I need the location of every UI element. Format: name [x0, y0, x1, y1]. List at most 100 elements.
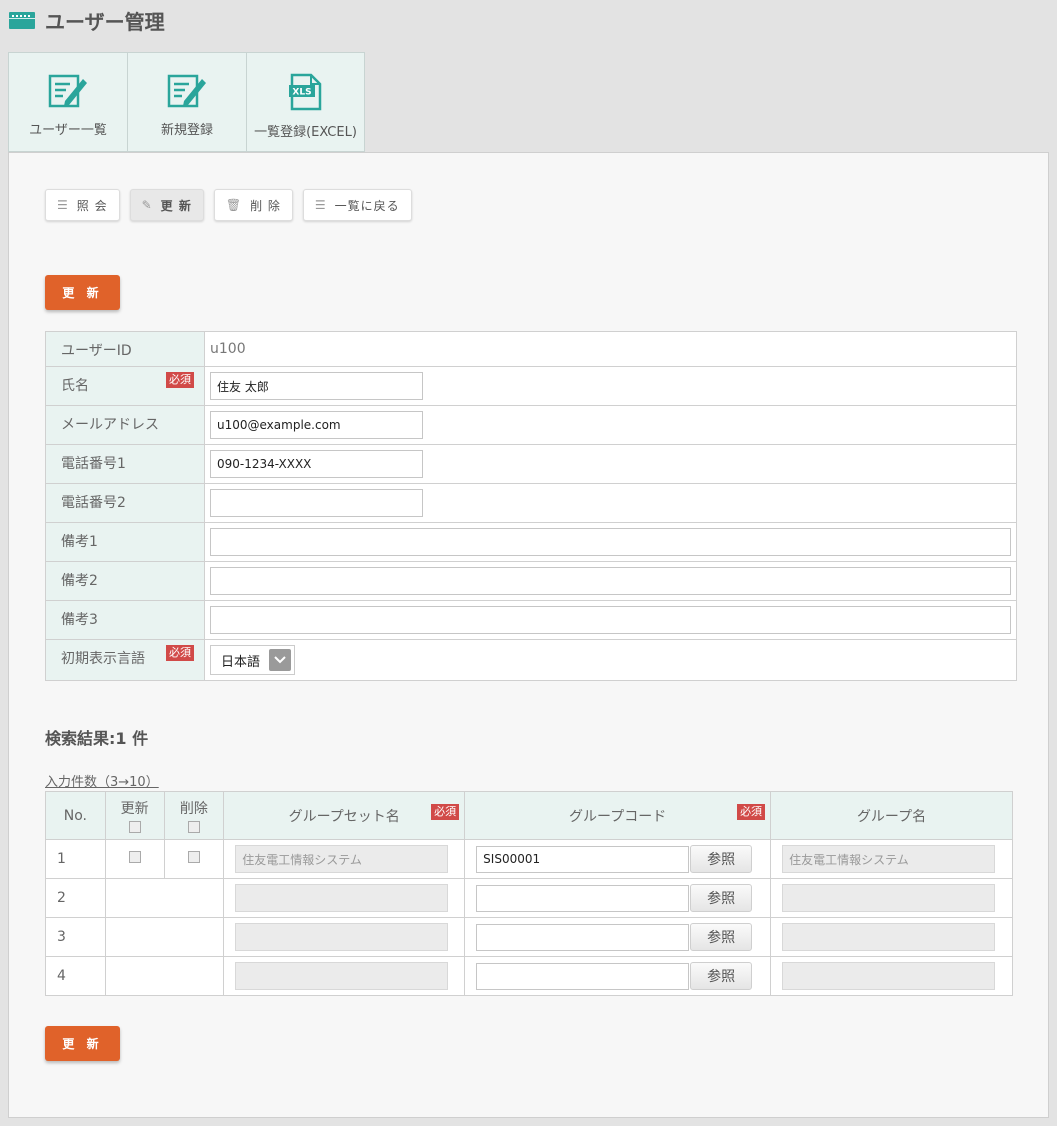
trash-icon: 🗑 [225, 198, 243, 212]
col-update: 更新 [104, 791, 165, 840]
delete-all-checkbox[interactable] [187, 821, 200, 833]
view-button[interactable]: ☰ 照 会 [45, 189, 120, 221]
form-row-phone2: 電話番号2 [45, 483, 1017, 523]
group-name-field [782, 923, 996, 951]
form-row-name: 氏名 必須 [45, 366, 1017, 406]
group-code-input[interactable]: SIS00001 [476, 845, 690, 873]
reference-button[interactable]: 参照 [690, 884, 753, 912]
name-label: 氏名 [61, 378, 89, 394]
row-no: 1 [45, 839, 106, 879]
update-button-top[interactable]: 更 新 [45, 275, 120, 310]
group-code-input[interactable] [476, 962, 690, 990]
name-label-cell: 氏名 必須 [45, 366, 205, 406]
note3-label: 備考3 [45, 600, 205, 640]
form-row-email: メールアドレス [45, 405, 1017, 445]
reference-button[interactable]: 参照 [690, 923, 753, 951]
group-code-input[interactable] [476, 884, 690, 912]
delete-button-label: 削 除 [250, 198, 281, 213]
main-panel: ☰ 照 会 ✎ 更 新 🗑 削 除 ☰ 一覧に戻る 更 新 ユーザーID u10… [8, 152, 1049, 1118]
required-badge: 必須 [166, 645, 194, 661]
tab-user-list-label: ユーザー一覧 [29, 123, 107, 138]
tab-new-register-label: 新規登録 [160, 123, 213, 138]
tab-new-register[interactable]: 新規登録 [127, 52, 246, 152]
sub-toolbar: ☰ 照 会 ✎ 更 新 🗑 削 除 ☰ 一覧に戻る [45, 189, 412, 221]
update-mode-button[interactable]: ✎ 更 新 [129, 189, 204, 221]
col-delete-label: 削除 [179, 801, 208, 817]
update-mode-button-label: 更 新 [160, 198, 192, 213]
user-id-value: u100 [210, 341, 246, 357]
required-badge: 必須 [166, 372, 194, 388]
table-row: 2 参照 [45, 878, 1013, 918]
window-icon [9, 11, 35, 29]
phone2-label: 電話番号2 [45, 483, 205, 523]
phone1-input[interactable] [210, 450, 423, 478]
row-delete-checkbox[interactable] [187, 851, 200, 863]
input-count-link[interactable]: 入力件数（3→10） [45, 771, 159, 790]
note1-label: 備考1 [45, 522, 205, 562]
update-all-checkbox[interactable] [128, 821, 141, 833]
row-no: 3 [45, 917, 106, 957]
phone2-input[interactable] [210, 489, 423, 517]
table-row: 4 参照 [45, 956, 1013, 996]
note3-input[interactable] [210, 606, 1011, 634]
language-label: 初期表示言語 [61, 651, 145, 667]
tab-user-list[interactable]: ユーザー一覧 [8, 52, 127, 152]
list-icon: ☰ [57, 198, 69, 212]
group-code-input[interactable] [476, 923, 690, 951]
required-badge: 必須 [737, 804, 766, 820]
name-input[interactable] [210, 372, 423, 400]
back-to-list-button-label: 一覧に戻る [334, 198, 400, 213]
xls-badge-text: XLS [292, 88, 311, 98]
form-row-note2: 備考2 [45, 561, 1017, 601]
list-icon: ☰ [314, 198, 327, 212]
table-row: 3 参照 [45, 917, 1013, 957]
col-group-name: グループ名 [770, 791, 1013, 840]
row-checkbox-empty [104, 917, 225, 957]
tab-excel-register[interactable]: XLS 一覧登録(EXCEL) [246, 52, 365, 152]
note2-input[interactable] [210, 567, 1011, 595]
language-select-value: 日本語 [221, 654, 261, 670]
group-name-field: 住友電工情報システム [782, 845, 996, 873]
excel-file-icon: XLS [288, 73, 321, 111]
phone1-label: 電話番号1 [45, 444, 205, 484]
update-button-bottom[interactable]: 更 新 [45, 1026, 120, 1061]
result-heading: 検索結果:1 件 [45, 729, 149, 748]
group-set-name-field [235, 962, 449, 990]
group-set-name-field [235, 884, 449, 912]
view-button-label: 照 会 [76, 198, 108, 213]
delete-button[interactable]: 🗑 削 除 [213, 189, 293, 221]
table-row: 1 住友電工情報システム SIS00001 参照 住友電工情報システム [45, 839, 1013, 879]
edit-form-icon [48, 74, 87, 108]
language-select[interactable]: 日本語 [210, 645, 295, 675]
note2-label: 備考2 [45, 561, 205, 601]
top-tabs: ユーザー一覧 新規登録 XLS 一覧登録(EXCEL) [8, 52, 365, 152]
note1-input[interactable] [210, 528, 1011, 556]
group-set-name-field: 住友電工情報システム [235, 845, 449, 873]
group-name-field [782, 884, 996, 912]
back-to-list-button[interactable]: ☰ 一覧に戻る [302, 189, 412, 221]
page-title: ユーザー管理 [45, 9, 165, 34]
row-no: 2 [45, 878, 106, 918]
language-label-cell: 初期表示言語 必須 [45, 639, 205, 681]
row-update-checkbox[interactable] [128, 851, 141, 863]
reference-button[interactable]: 参照 [690, 962, 753, 990]
col-update-label: 更新 [120, 801, 149, 817]
row-no: 4 [45, 956, 106, 996]
row-checkbox-empty [104, 878, 225, 918]
tab-excel-register-label: 一覧登録(EXCEL) [254, 125, 357, 140]
col-group-code: グループコード 必須 [464, 791, 772, 840]
group-set-name-field [235, 923, 449, 951]
reference-button[interactable]: 参照 [690, 845, 753, 873]
user-id-label: ユーザーID [45, 331, 205, 367]
edit-form-icon [167, 74, 206, 108]
pencil-icon: ✎ [141, 198, 153, 212]
form-row-phone1: 電話番号1 [45, 444, 1017, 484]
form-row-user-id: ユーザーID u100 [45, 331, 1017, 367]
form-row-language: 初期表示言語 必須 日本語 [45, 639, 1017, 681]
col-delete: 削除 [163, 791, 225, 840]
chevron-down-icon [269, 649, 291, 671]
page-header: ユーザー管理 [9, 6, 165, 34]
group-name-field [782, 962, 996, 990]
email-input[interactable] [210, 411, 423, 439]
col-group-set-name-label: グループセット名 [288, 808, 400, 825]
